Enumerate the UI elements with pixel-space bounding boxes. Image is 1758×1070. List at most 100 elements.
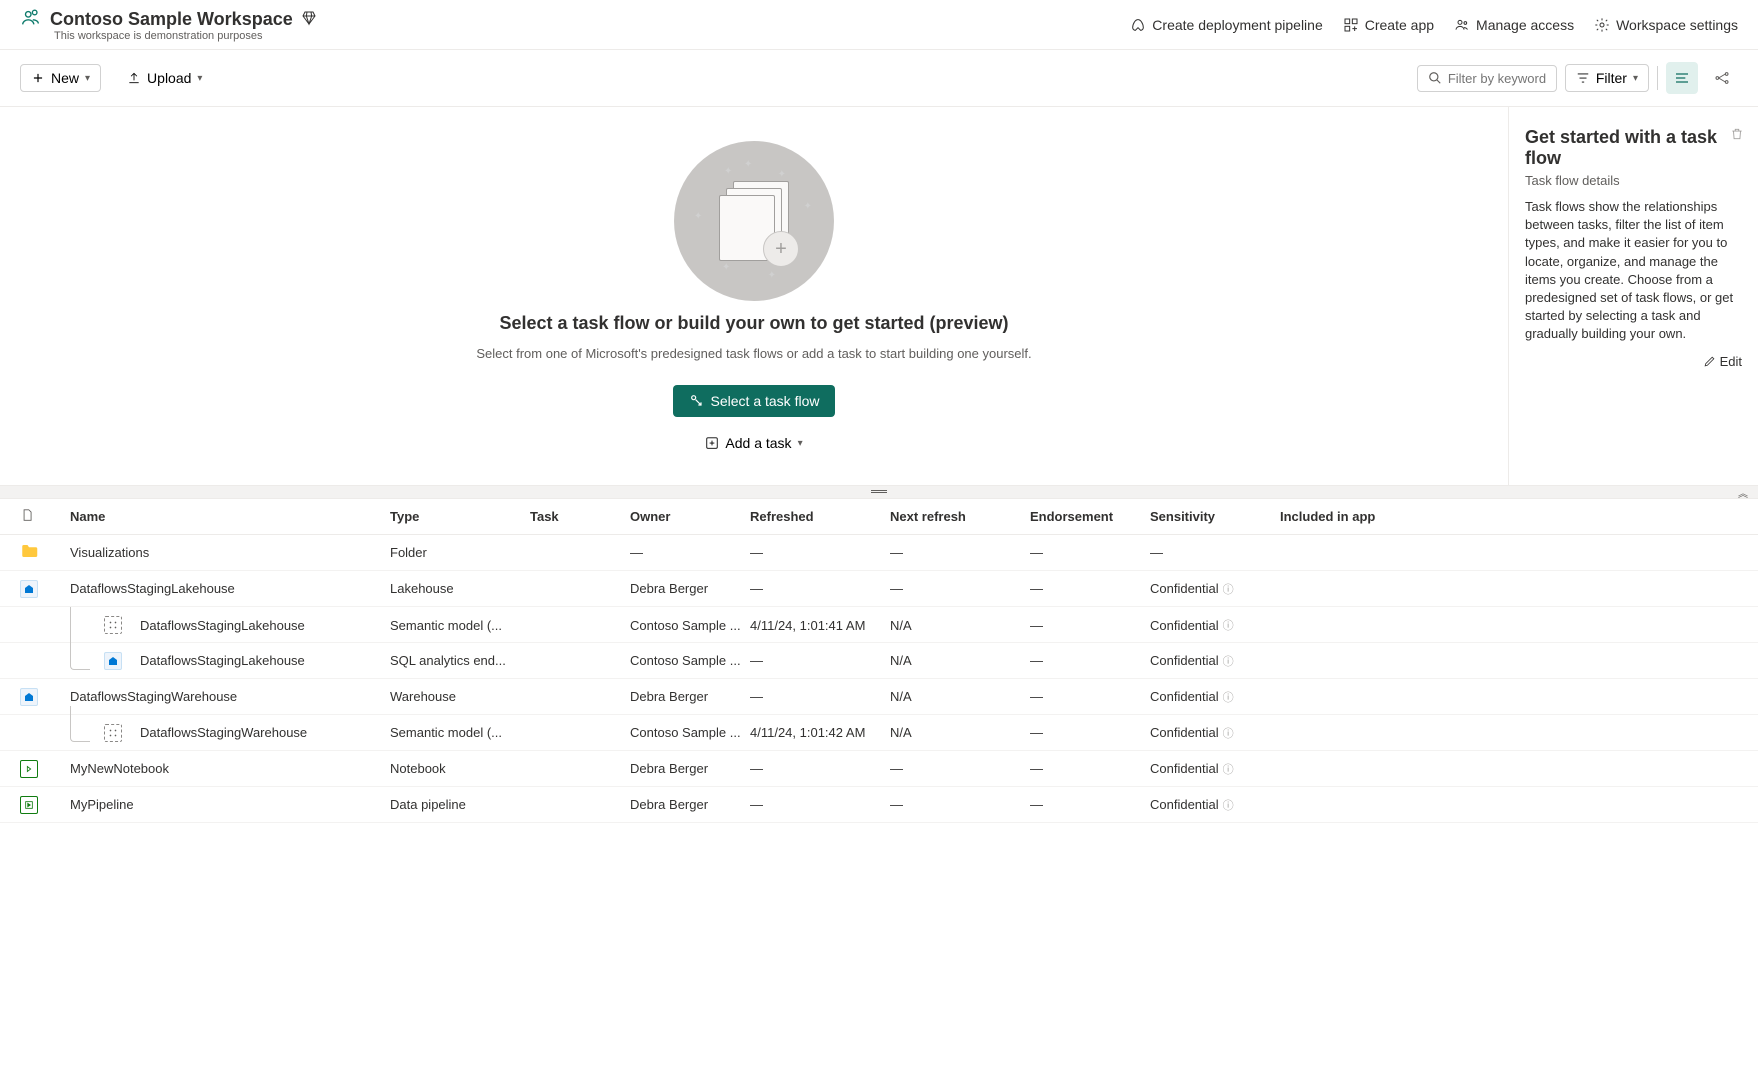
workspace-settings-button[interactable]: Workspace settings (1594, 17, 1738, 33)
column-owner[interactable]: Owner (630, 509, 750, 524)
item-name[interactable]: MyPipeline (70, 797, 134, 812)
cell-next-refresh: N/A (890, 653, 1030, 668)
table-row[interactable]: MyNewNotebookNotebookDebra Berger———Conf… (0, 751, 1758, 787)
list-icon (1674, 70, 1690, 86)
model-icon (104, 616, 122, 634)
cell-type: Folder (390, 545, 530, 560)
collapse-chevron-icon[interactable]: ︽ (1738, 485, 1748, 500)
create-pipeline-button[interactable]: Create deployment pipeline (1130, 17, 1322, 33)
cell-endorsement: — (1030, 761, 1150, 776)
item-name[interactable]: DataflowsStagingLakehouse (140, 618, 305, 633)
cell-type: Semantic model (... (390, 618, 530, 633)
sql-icon (104, 652, 122, 670)
add-square-icon (705, 436, 719, 450)
cell-endorsement: — (1030, 797, 1150, 812)
column-task[interactable]: Task (530, 509, 630, 524)
column-endorsement[interactable]: Endorsement (1030, 509, 1150, 524)
column-next-refresh[interactable]: Next refresh (890, 509, 1030, 524)
info-icon[interactable]: ⓘ (1223, 581, 1234, 597)
chevron-down-icon: ▾ (1633, 73, 1638, 84)
table-row[interactable]: DataflowsStagingLakehouse Lakehouse Debra … (0, 571, 1758, 607)
cell-sensitivity: Confidential ⓘ (1150, 689, 1280, 705)
workspace-title: Contoso Sample Workspace (50, 9, 293, 30)
cell-endorsement: — (1030, 545, 1150, 560)
splitter[interactable]: ︽ (0, 485, 1758, 499)
plus-icon (31, 71, 45, 85)
cell-name: MyPipeline (70, 797, 390, 812)
cell-name: DataflowsStagingLakehouse (70, 607, 390, 643)
cell-next-refresh: N/A (890, 725, 1030, 740)
create-app-button[interactable]: Create app (1343, 17, 1434, 33)
table-row[interactable]: MyPipelineData pipelineDebra Berger———Co… (0, 787, 1758, 823)
lineage-view-button[interactable] (1706, 62, 1738, 94)
cell-type: Data pipeline (390, 797, 530, 812)
new-button[interactable]: New ▾ (20, 64, 101, 92)
item-name[interactable]: DataflowsStagingWarehouse (140, 725, 307, 740)
cell-name: DataflowsStagingWarehouse (70, 689, 390, 704)
chevron-down-icon: ▾ (798, 438, 803, 449)
info-icon[interactable]: ⓘ (1223, 617, 1234, 633)
cell-type: Warehouse (390, 689, 530, 704)
cell-sensitivity: Confidential ⓘ (1150, 581, 1280, 597)
item-name[interactable]: DataflowsStagingLakehouse (70, 581, 235, 596)
item-name[interactable]: MyNewNotebook (70, 761, 169, 776)
select-taskflow-button[interactable]: Select a task flow (673, 385, 836, 417)
delete-button[interactable] (1730, 127, 1744, 144)
cell-owner: Contoso Sample ... (630, 618, 750, 633)
cell-sensitivity: Confidential ⓘ (1150, 797, 1280, 813)
row-icon-cell (20, 688, 70, 706)
cell-name: DataflowsStagingLakehouse (70, 652, 390, 670)
cell-type: Lakehouse (390, 581, 530, 596)
item-name[interactable]: DataflowsStagingLakehouse (140, 653, 305, 668)
column-type[interactable]: Type (390, 509, 530, 524)
model-icon (104, 724, 122, 742)
cell-endorsement: — (1030, 725, 1150, 740)
cell-sensitivity: Confidential ⓘ (1150, 725, 1280, 741)
cell-next-refresh: — (890, 545, 1030, 560)
splitter-handle-icon (871, 490, 887, 494)
manage-access-button[interactable]: Manage access (1454, 17, 1574, 33)
taskflow-area: ✦ ✦ ✦ ✦ ✦ ✦ ✦ + Select a task flow or bu… (0, 107, 1758, 485)
cell-next-refresh: — (890, 761, 1030, 776)
cell-refreshed: 4/11/24, 1:01:41 AM (750, 618, 890, 633)
taskflow-icon (689, 393, 705, 409)
cell-refreshed: — (750, 761, 890, 776)
info-icon[interactable]: ⓘ (1223, 725, 1234, 741)
info-icon[interactable]: ⓘ (1223, 689, 1234, 705)
list-view-button[interactable] (1666, 62, 1698, 94)
filter-button[interactable]: Filter ▾ (1565, 64, 1649, 92)
row-icon-cell (20, 580, 70, 598)
document-icon (20, 508, 34, 522)
panel-title: Get started with a task flow (1525, 127, 1742, 169)
info-icon[interactable]: ⓘ (1223, 761, 1234, 777)
cell-owner: Contoso Sample ... (630, 653, 750, 668)
info-icon[interactable]: ⓘ (1223, 797, 1234, 813)
cell-owner: Debra Berger (630, 581, 750, 596)
table-row[interactable]: DataflowsStagingLakehouseSQL analytics e… (0, 643, 1758, 679)
table-row[interactable]: VisualizationsFolder————— (0, 535, 1758, 571)
column-name[interactable]: Name (70, 509, 390, 524)
folder-icon (20, 542, 38, 560)
column-refreshed[interactable]: Refreshed (750, 509, 890, 524)
column-sensitivity[interactable]: Sensitivity (1150, 509, 1280, 524)
cell-name: DataflowsStagingLakehouse (70, 581, 390, 596)
upload-button[interactable]: Upload ▾ (117, 65, 212, 91)
cell-owner: Debra Berger (630, 797, 750, 812)
column-icon[interactable] (20, 508, 70, 525)
item-name[interactable]: DataflowsStagingWarehouse (70, 689, 237, 704)
lineage-icon (1714, 70, 1730, 86)
add-task-button[interactable]: Add a task ▾ (705, 435, 802, 451)
edit-button[interactable]: Edit (1703, 354, 1742, 369)
taskflow-details-panel: Get started with a task flow Task flow d… (1508, 107, 1758, 485)
workspace-header: Contoso Sample Workspace This workspace … (0, 0, 1758, 50)
rocket-icon (1130, 17, 1146, 33)
column-included[interactable]: Included in app (1280, 509, 1420, 524)
cell-sensitivity: — (1150, 545, 1280, 560)
item-name[interactable]: Visualizations (70, 545, 149, 560)
info-icon[interactable]: ⓘ (1223, 653, 1234, 669)
table-row[interactable]: DataflowsStagingWarehouseSemantic model … (0, 715, 1758, 751)
filter-search-input[interactable] (1417, 65, 1557, 92)
table-row[interactable]: DataflowsStagingLakehouse Semantic model … (0, 607, 1758, 643)
row-icon-cell (20, 760, 70, 778)
table-row[interactable]: DataflowsStagingWarehouseWarehouseDebra … (0, 679, 1758, 715)
